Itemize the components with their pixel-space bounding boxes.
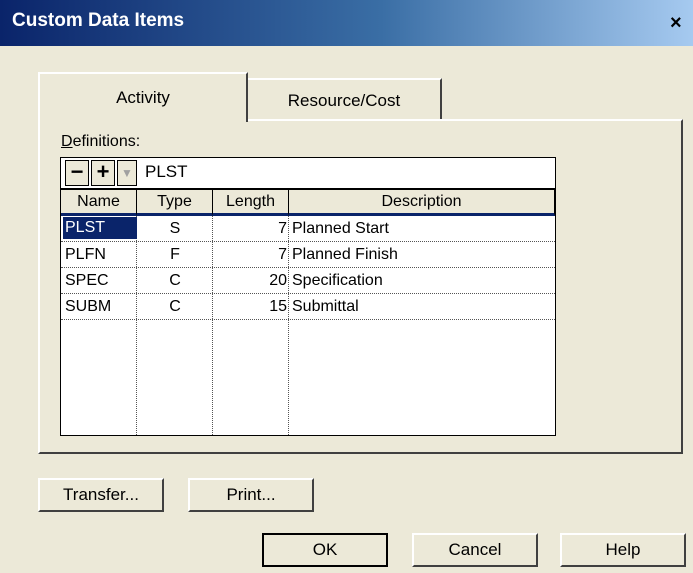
cell-description[interactable]: Specification: [292, 268, 552, 293]
table-row[interactable]: SUBM C 15 Submittal: [61, 294, 555, 320]
title-bar[interactable]: Custom Data Items ×: [0, 0, 693, 46]
cell-length[interactable]: 7: [213, 242, 287, 267]
print-button[interactable]: Print...: [188, 478, 314, 512]
cell-description[interactable]: Planned Finish: [292, 242, 552, 267]
cell-name[interactable]: SUBM: [63, 294, 137, 319]
cell-edit-input[interactable]: PLST: [145, 162, 188, 182]
table-row[interactable]: PLFN F 7 Planned Finish: [61, 242, 555, 268]
custom-data-items-dialog: Custom Data Items × Activity Resource/Co…: [0, 0, 693, 573]
column-header-length[interactable]: Length: [213, 190, 289, 216]
cell-length[interactable]: 20: [213, 268, 287, 293]
tab-activity[interactable]: Activity: [38, 72, 248, 122]
tab-panel-activity: Definitions: − + ▼ PLST Name Type Length…: [38, 119, 683, 454]
ok-button[interactable]: OK: [262, 533, 388, 567]
tab-resource-cost[interactable]: Resource/Cost: [248, 78, 442, 120]
cell-length[interactable]: 7: [213, 216, 287, 241]
tab-activity-label: Activity: [116, 88, 170, 107]
cell-name[interactable]: PLFN: [63, 242, 137, 267]
dialog-title: Custom Data Items: [12, 10, 185, 31]
table-row[interactable]: PLST S 7 Planned Start: [61, 216, 555, 242]
column-header-name[interactable]: Name: [61, 190, 137, 216]
cell-name[interactable]: PLST: [63, 217, 137, 239]
cancel-button[interactable]: Cancel: [412, 533, 538, 567]
help-button[interactable]: Help: [560, 533, 686, 567]
cell-name[interactable]: SPEC: [63, 268, 137, 293]
chevron-down-icon[interactable]: ▼: [117, 160, 137, 186]
add-row-button[interactable]: +: [91, 160, 115, 186]
table-row[interactable]: SPEC C 20 Specification: [61, 268, 555, 294]
tab-resource-cost-label: Resource/Cost: [287, 91, 401, 110]
definitions-label-text: efinitions:: [72, 133, 141, 150]
transfer-button[interactable]: Transfer...: [38, 478, 164, 512]
definitions-label: Definitions:: [61, 133, 140, 151]
cell-type[interactable]: C: [137, 294, 213, 319]
cell-description[interactable]: Submittal: [292, 294, 552, 319]
definition-editor-bar: − + ▼ PLST: [60, 157, 556, 189]
column-header-description[interactable]: Description: [289, 190, 555, 216]
close-icon[interactable]: ×: [670, 10, 693, 37]
definitions-table[interactable]: Name Type Length Description PLST S 7 Pl…: [60, 189, 556, 436]
cell-type[interactable]: S: [137, 216, 213, 241]
definitions-label-accelerator: D: [61, 133, 73, 150]
cell-type[interactable]: C: [137, 268, 213, 293]
column-header-type[interactable]: Type: [137, 190, 213, 216]
cell-length[interactable]: 15: [213, 294, 287, 319]
delete-row-button[interactable]: −: [65, 160, 89, 186]
cell-description[interactable]: Planned Start: [292, 216, 552, 241]
cell-type[interactable]: F: [137, 242, 213, 267]
